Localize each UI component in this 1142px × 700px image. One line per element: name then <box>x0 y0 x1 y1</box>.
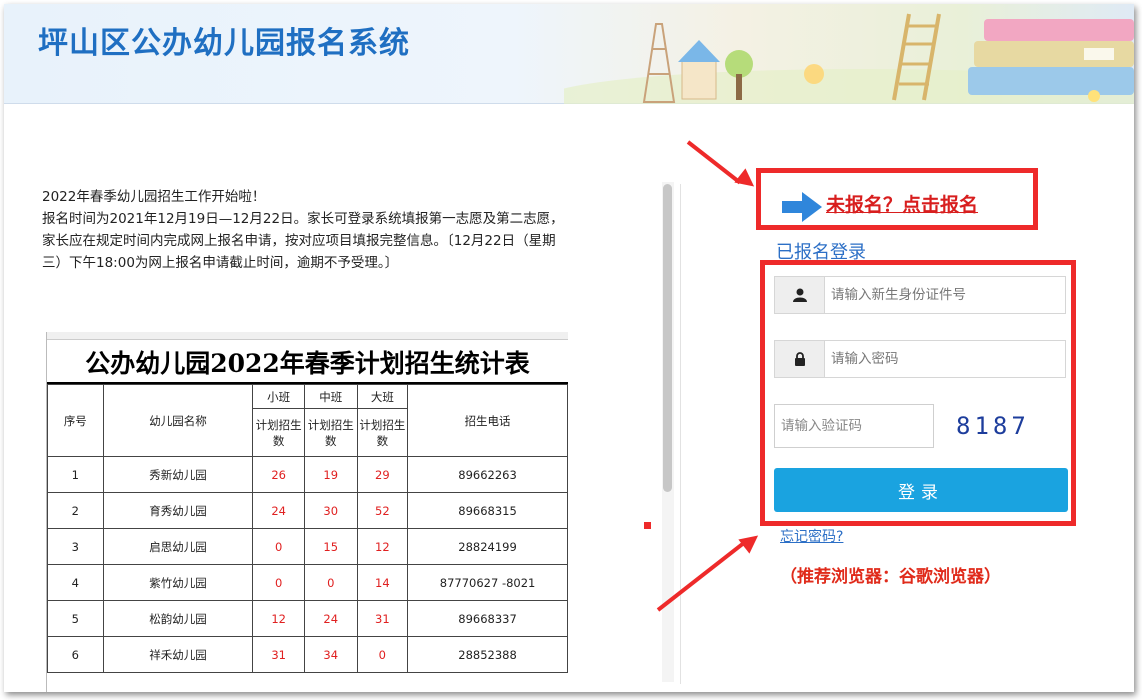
login-button[interactable]: 登录 <box>774 468 1068 512</box>
site-title: 坪山区公办幼儿园报名系统 <box>38 26 410 61</box>
notice-line-1: 2022年春季幼儿园招生工作开始啦！ <box>42 189 266 205</box>
table-row: 3 启思幼儿园 0 15 12 28824199 <box>47 528 568 565</box>
cell-large: 52 <box>356 492 409 529</box>
cell-small: 24 <box>252 492 305 529</box>
cell-middle: 0 <box>303 564 358 601</box>
annotation-arrowhead-bottom <box>738 528 764 554</box>
cell-index: 3 <box>47 528 104 565</box>
cell-large: 14 <box>356 564 409 601</box>
cell-phone: 28852388 <box>407 636 568 673</box>
captcha-input[interactable] <box>774 404 934 448</box>
captcha-image[interactable]: 8187 <box>956 412 1030 440</box>
cell-phone: 89668315 <box>407 492 568 529</box>
table-row: 6 祥禾幼儿园 31 34 0 28852388 <box>47 636 568 673</box>
id-number-field[interactable] <box>774 276 1066 314</box>
col-header-large: 大班 <box>356 384 409 409</box>
cell-small: 26 <box>252 456 305 493</box>
cell-name: 松韵幼儿园 <box>102 600 254 637</box>
password-input[interactable] <box>827 341 1065 377</box>
table-title: 公办幼儿园2022年春季计划招生统计表 <box>47 340 568 384</box>
col-header-phone: 招生电话 <box>407 384 568 457</box>
cell-middle: 34 <box>303 636 358 673</box>
col-header-plan-large: 计划招生数 <box>356 408 409 457</box>
forgot-password-link[interactable]: 忘记密码? <box>780 526 843 546</box>
col-header-middle: 中班 <box>303 384 358 409</box>
enrollment-table-image: 公办幼儿园2022年春季计划招生统计表 序号 幼儿园名称 小班 中班 大班 招生… <box>46 332 568 692</box>
table-row: 5 松韵幼儿园 12 24 31 89668337 <box>47 600 568 637</box>
cell-phone: 89668337 <box>407 600 568 637</box>
cell-small: 12 <box>252 600 305 637</box>
cell-middle: 19 <box>303 456 358 493</box>
notice-line-2: 报名时间为2021年12月19日—12月22日。家长可登录系统填报第一志愿及第二… <box>42 211 564 271</box>
cell-phone: 87770627 -8021 <box>407 564 568 601</box>
cell-large: 29 <box>356 456 409 493</box>
cell-name: 育秀幼儿园 <box>102 492 254 529</box>
browser-recommendation: （推荐浏览器：谷歌浏览器） <box>780 567 1001 587</box>
spreadsheet-ruler <box>47 332 568 340</box>
cell-small: 31 <box>252 636 305 673</box>
cell-large: 31 <box>356 600 409 637</box>
col-header-name: 幼儿园名称 <box>102 384 254 457</box>
cell-index: 1 <box>47 456 104 493</box>
col-header-index: 序号 <box>47 384 104 457</box>
cell-index: 5 <box>47 600 104 637</box>
site-header: 坪山区公办幼儿园报名系统 <box>4 4 1134 104</box>
cell-phone: 28824199 <box>407 528 568 565</box>
annotation-dot <box>644 522 651 529</box>
col-header-small: 小班 <box>252 384 305 409</box>
cell-index: 2 <box>47 492 104 529</box>
cell-small: 0 <box>252 528 305 565</box>
col-header-plan-middle: 计划招生数 <box>303 408 358 457</box>
annotation-arrow-top <box>686 140 742 185</box>
table-row: 2 育秀幼儿园 24 30 52 89668315 <box>47 492 568 529</box>
cell-name: 紫竹幼儿园 <box>102 564 254 601</box>
cell-middle: 30 <box>303 492 358 529</box>
register-link[interactable]: 未报名？点击报名 <box>826 190 978 217</box>
page-frame: 坪山区公办幼儿园报名系统 2022年春季幼儿园招生工作开始啦！ 报名时间为202… <box>4 4 1134 692</box>
col-header-plan-small: 计划招生数 <box>252 408 305 457</box>
password-field[interactable] <box>774 340 1066 378</box>
cell-large: 0 <box>356 636 409 673</box>
enrollment-table: 序号 幼儿园名称 小班 中班 大班 招生电话 计划招生数 计划招生数 计划招生数… <box>47 384 568 673</box>
cell-name: 启思幼儿园 <box>102 528 254 565</box>
header-illustration <box>564 13 1134 104</box>
cell-middle: 24 <box>303 600 358 637</box>
table-row: 1 秀新幼儿园 26 19 29 89662263 <box>47 456 568 493</box>
notice-scrollbar-thumb[interactable] <box>663 184 672 492</box>
id-number-input[interactable] <box>827 277 1065 313</box>
cell-small: 0 <box>252 564 305 601</box>
cell-phone: 89662263 <box>407 456 568 493</box>
lock-icon <box>775 341 825 377</box>
cell-large: 12 <box>356 528 409 565</box>
cell-name: 秀新幼儿园 <box>102 456 254 493</box>
enrollment-notice: 2022年春季幼儿园招生工作开始啦！ 报名时间为2021年12月19日—12月2… <box>42 186 572 274</box>
cell-index: 6 <box>47 636 104 673</box>
table-row: 4 紫竹幼儿园 0 0 14 87770627 -8021 <box>47 564 568 601</box>
cell-index: 4 <box>47 564 104 601</box>
cell-name: 祥禾幼儿园 <box>102 636 254 673</box>
user-icon <box>775 277 825 313</box>
panel-divider <box>680 184 681 684</box>
cell-middle: 15 <box>303 528 358 565</box>
right-arrow-icon <box>782 192 822 222</box>
